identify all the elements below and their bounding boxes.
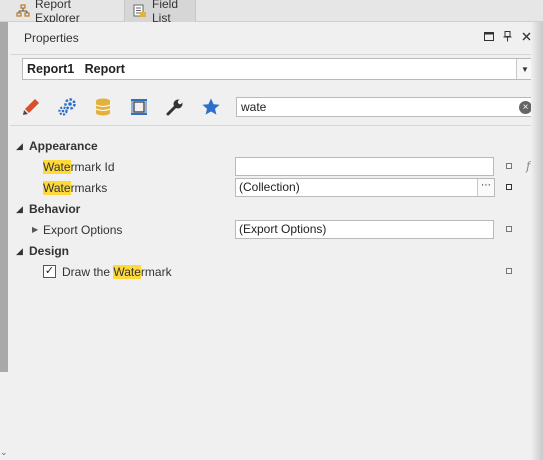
property-name: Export Options [43, 223, 123, 237]
category-appearance[interactable]: ◢ Appearance [10, 135, 535, 156]
property-row-export-options[interactable]: ▶ Export Options (Export Options) [10, 219, 535, 240]
left-dock-bar [0, 22, 8, 372]
property-grid: ◢ Appearance Watermark Id f Watermarks (… [10, 135, 535, 282]
search-highlight: Wate [43, 160, 71, 174]
object-selector-value: Report1 Report [27, 62, 125, 76]
gears-icon[interactable] [54, 95, 80, 119]
property-name-rest: rmarks [70, 181, 108, 195]
star-icon[interactable] [198, 95, 224, 119]
property-marker-icon[interactable] [506, 163, 512, 169]
property-marker-icon[interactable] [506, 184, 512, 190]
expression-icon[interactable]: f [526, 159, 530, 173]
wrench-icon[interactable] [162, 95, 188, 119]
field-list-icon [133, 4, 146, 17]
tab-field-list[interactable]: Field List [124, 0, 196, 25]
left-dock-strip: ⌄ [0, 22, 10, 460]
tab-report-explorer[interactable]: Report Explorer [8, 0, 122, 25]
category-label: Design [29, 244, 70, 258]
category-label: Behavior [29, 202, 81, 216]
property-row-watermarks[interactable]: Watermarks (Collection) ⋯ [10, 177, 535, 198]
property-value-input[interactable]: (Export Options) [235, 220, 494, 239]
search-highlight: Wate [43, 181, 71, 195]
property-row-watermark-id[interactable]: Watermark Id f [10, 156, 535, 177]
layout-icon[interactable] [126, 95, 152, 119]
draw-watermark-checkbox[interactable]: ✓ [43, 265, 56, 278]
document-tabstrip: Report Explorer Field List [0, 0, 543, 25]
panel-title: Properties [24, 31, 79, 45]
property-name: Watermarks [43, 181, 107, 195]
search-input-value: wate [241, 100, 267, 114]
property-marker-icon[interactable] [506, 268, 512, 274]
category-design[interactable]: ◢ Design [10, 240, 535, 261]
chevron-down-icon[interactable]: ⌄ [0, 447, 8, 458]
brush-icon[interactable] [18, 95, 44, 119]
collapse-triangle-icon[interactable]: ◢ [16, 141, 23, 152]
search-highlight: Wate [113, 265, 141, 279]
search-input[interactable]: wate × [236, 97, 536, 117]
divider [10, 54, 535, 55]
expand-arrow-icon[interactable]: ▶ [32, 225, 38, 234]
panel-window-buttons [482, 30, 533, 43]
hierarchy-icon [16, 4, 30, 17]
property-name: Watermark Id [43, 160, 115, 174]
property-name: Draw the Watermark [62, 265, 172, 279]
property-name-rest: rmark Id [70, 160, 115, 174]
property-name-prefix: Draw the [62, 265, 114, 279]
property-marker-icon[interactable] [506, 226, 512, 232]
property-value-collection[interactable]: (Collection) ⋯ [235, 178, 495, 197]
pin-icon[interactable] [501, 30, 514, 43]
restore-icon[interactable] [482, 30, 495, 43]
collapse-triangle-icon[interactable]: ◢ [16, 204, 23, 215]
property-row-draw-watermark[interactable]: ✓ Draw the Watermark [10, 261, 535, 282]
property-name-rest: rmark [140, 265, 172, 279]
property-value-input[interactable] [235, 157, 494, 176]
database-icon[interactable] [90, 95, 116, 119]
category-label: Appearance [29, 139, 98, 153]
properties-panel: Properties Report1 Report ▼ wate × ◢ App… [10, 22, 536, 460]
category-behavior[interactable]: ◢ Behavior [10, 198, 535, 219]
properties-toolbar [18, 95, 224, 119]
collapse-triangle-icon[interactable]: ◢ [16, 246, 23, 257]
divider [10, 125, 535, 126]
property-value: (Collection) [239, 180, 300, 194]
ellipsis-button[interactable]: ⋯ [477, 179, 494, 196]
panel-edge-shadow [531, 22, 543, 460]
object-selector-dropdown[interactable]: Report1 Report ▼ [22, 58, 534, 80]
